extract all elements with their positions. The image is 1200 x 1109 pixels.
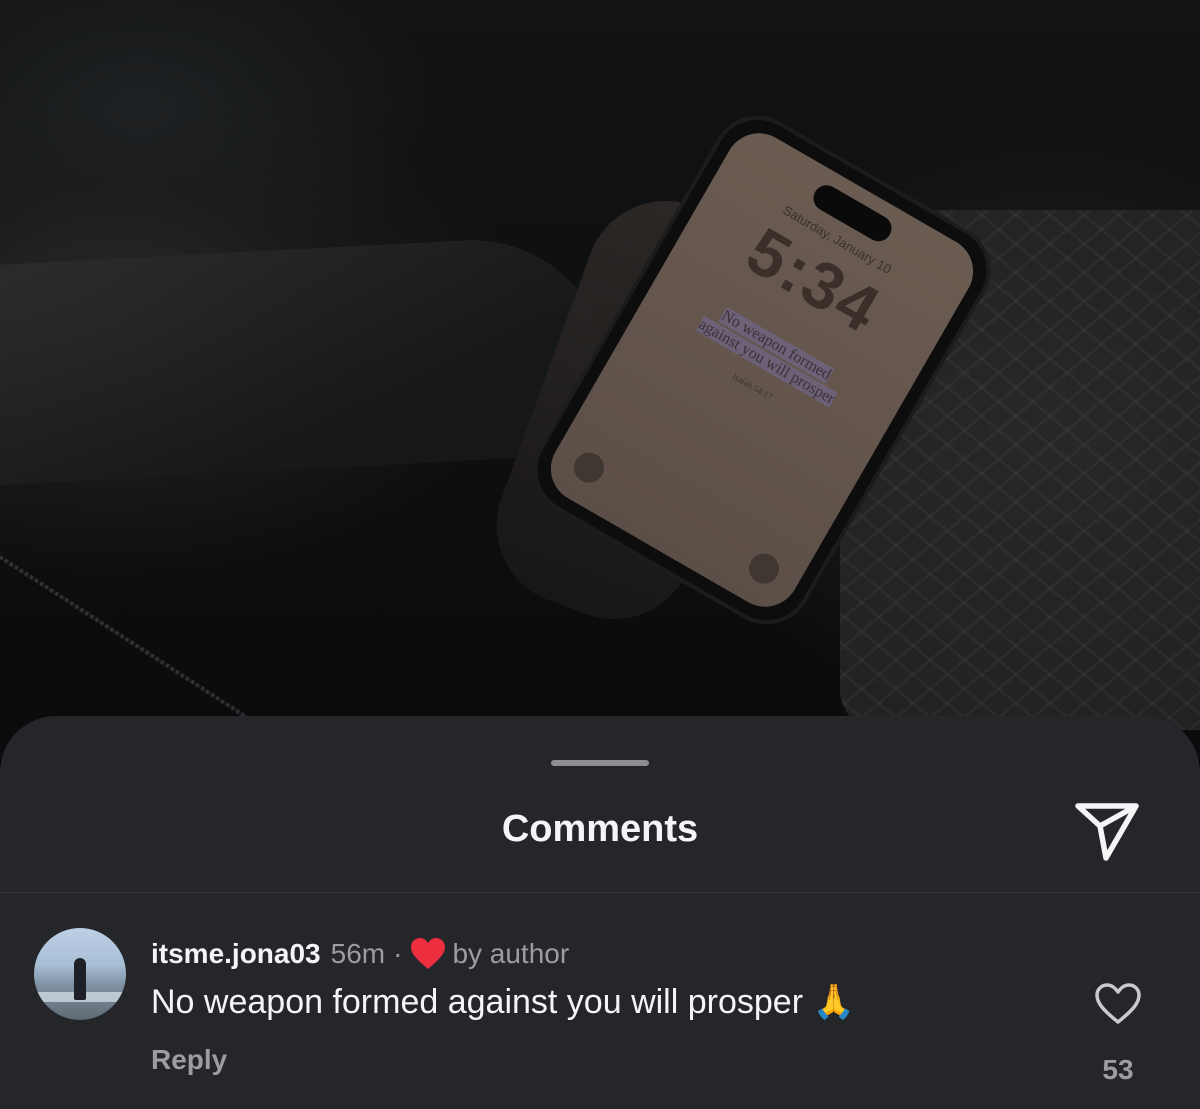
sheet-drag-handle[interactable] — [551, 760, 649, 766]
camera-icon — [743, 548, 785, 590]
heart-filled-icon — [411, 938, 446, 969]
avatar[interactable] — [34, 928, 126, 1020]
like-count: 53 — [1102, 1054, 1134, 1085]
flashlight-icon — [568, 447, 610, 489]
liked-by-author-label: by author — [452, 938, 570, 969]
paper-plane-icon[interactable] — [1070, 796, 1144, 866]
sheet-title: Comments — [501, 808, 699, 850]
post-photo: Saturday, January 10 5:34 No weapon form… — [0, 0, 1200, 760]
comment-timestamp: 56m — [330, 938, 386, 969]
header-divider — [0, 892, 1200, 893]
heart-outline-icon[interactable] — [1094, 982, 1142, 1026]
comment-meta: itsme.jona03 56m · by author — [151, 936, 569, 972]
meta-separator: · — [393, 938, 403, 969]
comment-text: No weapon formed against you will prospe… — [151, 983, 855, 1021]
avatar-person — [74, 958, 86, 1000]
comments-sheet: Comments itsme.jona03 56m · by author No… — [0, 716, 1200, 1109]
comment-username[interactable]: itsme.jona03 — [151, 938, 321, 970]
reply-button[interactable]: Reply — [151, 1044, 227, 1076]
